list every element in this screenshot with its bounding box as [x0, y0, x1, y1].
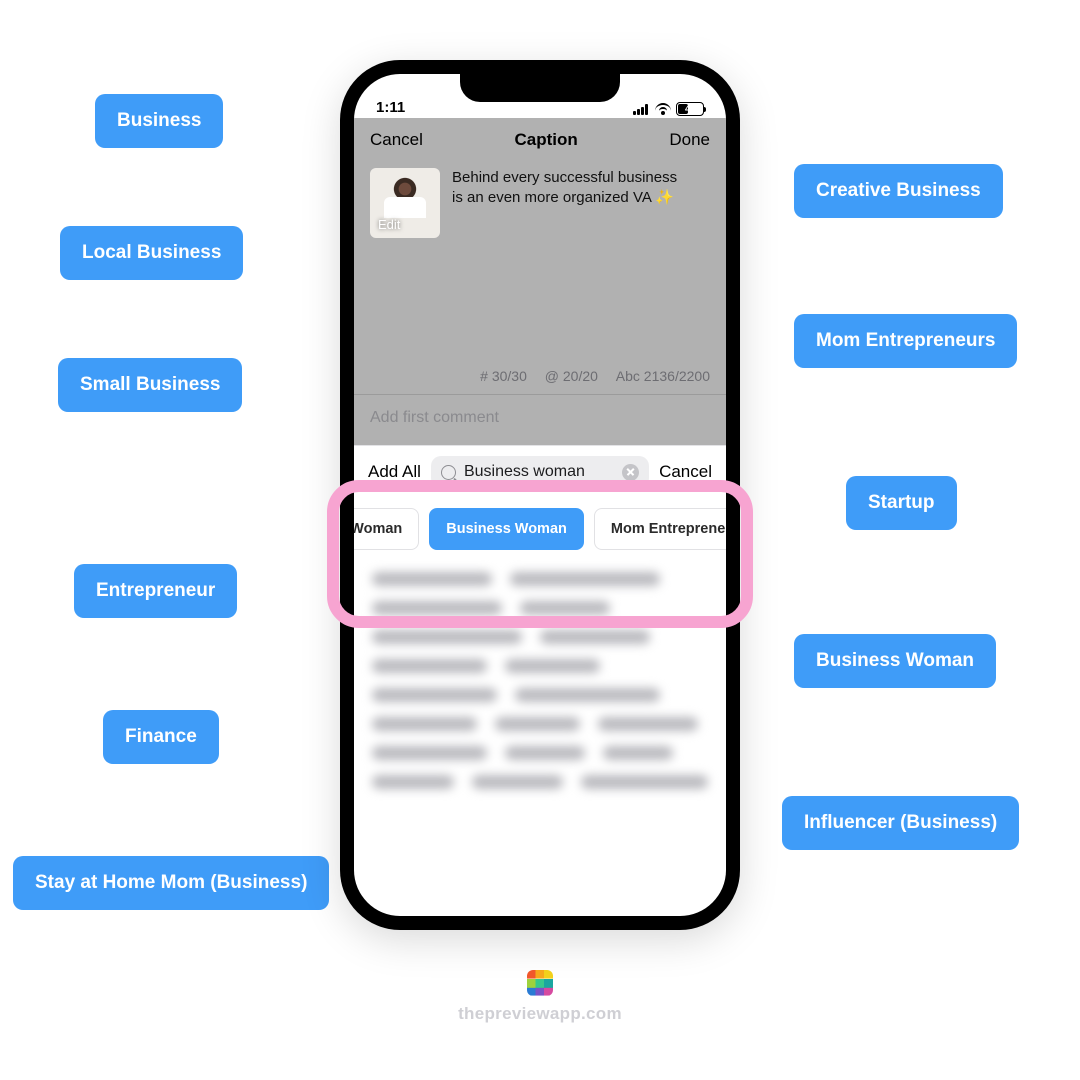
- tag-pill-local-business[interactable]: Local Business: [60, 226, 243, 280]
- hashtag-chip-selected[interactable]: Business Woman: [429, 508, 584, 550]
- search-text: Business woman: [464, 463, 614, 481]
- caption-counters: # 30/30 @ 20/20 Abc 2136/2200: [354, 368, 726, 394]
- nav-cancel[interactable]: Cancel: [370, 130, 423, 150]
- nav-title: Caption: [515, 130, 578, 150]
- tag-pill-startup[interactable]: Startup: [846, 476, 957, 530]
- hashtag-search-panel: Add All Business woman Cancel siness Wom…: [354, 445, 726, 809]
- tag-pill-stay-home-mom[interactable]: Stay at Home Mom (Business): [13, 856, 329, 910]
- dimmed-backdrop: Cancel Caption Done Edit Behind every su…: [354, 118, 726, 445]
- cellular-signal-icon: [633, 104, 650, 115]
- phone-notch: [460, 74, 620, 102]
- thumbnail-edit-label[interactable]: Edit: [378, 217, 400, 232]
- hashtag-chip-partial-right[interactable]: Mom Entreprene: [594, 508, 726, 550]
- tag-pill-small-business[interactable]: Small Business: [58, 358, 242, 412]
- clear-search-icon[interactable]: [622, 464, 639, 481]
- post-thumbnail[interactable]: Edit: [370, 168, 440, 238]
- battery-icon: 41: [676, 102, 704, 116]
- tag-pill-business-woman[interactable]: Business Woman: [794, 634, 996, 688]
- blurred-hashtag-list: [354, 562, 726, 809]
- add-all-button[interactable]: Add All: [368, 462, 421, 482]
- tag-pill-business[interactable]: Business: [95, 94, 223, 148]
- sparkle-icon: ✨: [655, 189, 674, 206]
- search-input[interactable]: Business woman: [431, 456, 649, 488]
- tag-pill-mom-entrepreneurs[interactable]: Mom Entrepreneurs: [794, 314, 1017, 368]
- nav-done[interactable]: Done: [669, 130, 710, 150]
- first-comment-input[interactable]: Add first comment: [354, 394, 726, 445]
- wifi-icon: [655, 103, 671, 115]
- tag-pill-finance[interactable]: Finance: [103, 710, 219, 764]
- hashtag-chip-partial-left[interactable]: siness Woman: [354, 508, 419, 550]
- search-icon: [441, 465, 456, 480]
- app-logo-icon: [527, 970, 553, 996]
- hashtag-counter: # 30/30: [480, 368, 527, 384]
- phone-frame: 1:11 41 Cancel Caption Done Edit Behind …: [340, 60, 740, 930]
- brand-url: thepreviewapp.com: [458, 1004, 622, 1024]
- tag-pill-entrepreneur[interactable]: Entrepreneur: [74, 564, 237, 618]
- tag-pill-creative-business[interactable]: Creative Business: [794, 164, 1003, 218]
- status-time: 1:11: [376, 99, 405, 116]
- mention-counter: @ 20/20: [545, 368, 598, 384]
- search-cancel-button[interactable]: Cancel: [659, 462, 712, 482]
- caption-text[interactable]: Behind every successful business is an e…: [452, 168, 677, 238]
- phone-screen: 1:11 41 Cancel Caption Done Edit Behind …: [354, 74, 726, 916]
- char-counter: Abc 2136/2200: [616, 368, 710, 384]
- tag-pill-influencer-business[interactable]: Influencer (Business): [782, 796, 1019, 850]
